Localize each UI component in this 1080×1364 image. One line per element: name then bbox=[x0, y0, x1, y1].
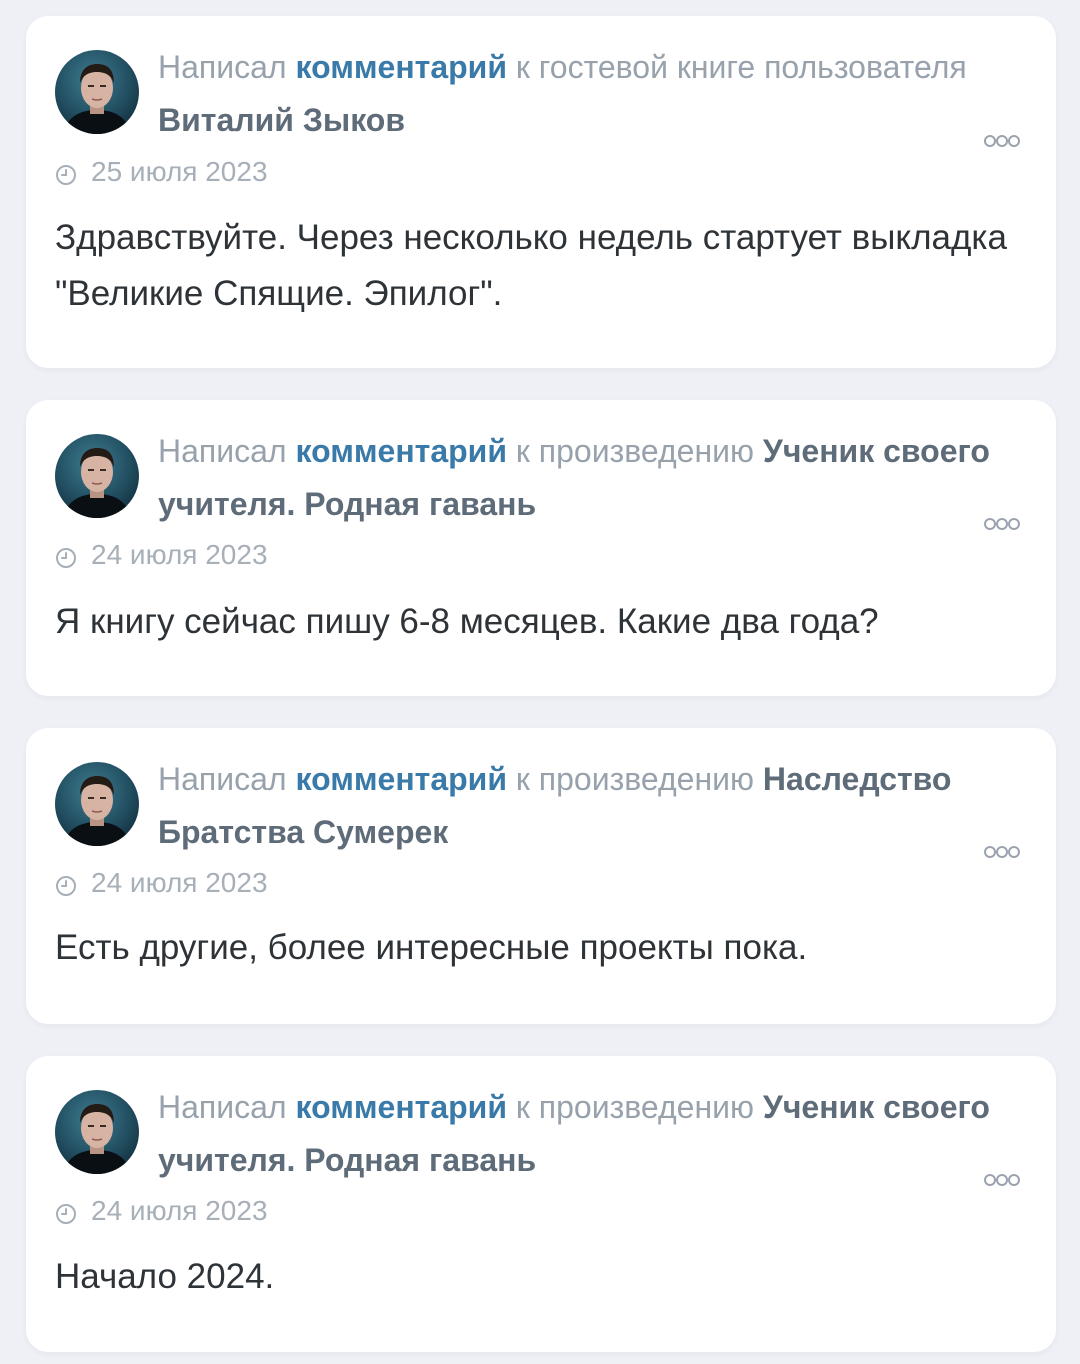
date-text: 25 июля 2023 bbox=[91, 156, 268, 187]
activity-date: 24 июля 2023 bbox=[55, 535, 268, 575]
action-context: к гостевой книге пользователя bbox=[515, 49, 967, 85]
action-context: к произведению bbox=[515, 1089, 755, 1125]
more-options-button[interactable] bbox=[984, 134, 1020, 148]
activity-header: Написал комментарий к произведению Учени… bbox=[158, 1081, 1018, 1187]
activity-card: Написал комментарий к гостевой книге пол… bbox=[26, 16, 1056, 368]
comment-link[interactable]: комментарий bbox=[295, 1089, 507, 1125]
action-prefix: Написал bbox=[158, 1089, 287, 1125]
comment-text: Здравствуйте. Через несколько недель ста… bbox=[55, 218, 1007, 313]
action-prefix: Написал bbox=[158, 433, 287, 469]
more-options-button[interactable] bbox=[984, 517, 1020, 531]
avatar[interactable] bbox=[55, 434, 139, 518]
date-text: 24 июля 2023 bbox=[91, 539, 268, 570]
activity-card: Написал комментарий к произведению Насле… bbox=[26, 728, 1056, 1024]
comment-text: Я книгу сейчас пишу 6-8 месяцев. Какие д… bbox=[55, 602, 879, 641]
activity-header: Написал комментарий к гостевой книге пол… bbox=[158, 41, 1018, 147]
clock-icon bbox=[55, 872, 77, 896]
activity-feed: Написал комментарий к гостевой книге пол… bbox=[0, 0, 1080, 1364]
action-prefix: Написал bbox=[158, 761, 287, 797]
activity-date: 24 июля 2023 bbox=[55, 863, 268, 903]
more-options-button[interactable] bbox=[984, 845, 1020, 859]
activity-card: Написал комментарий к произведению Учени… bbox=[26, 1056, 1056, 1352]
action-context: к произведению bbox=[515, 433, 755, 469]
target-link[interactable]: Виталий Зыков bbox=[158, 102, 405, 138]
date-text: 24 июля 2023 bbox=[91, 1195, 268, 1226]
activity-date: 25 июля 2023 bbox=[55, 152, 268, 192]
clock-icon bbox=[55, 1200, 77, 1224]
avatar[interactable] bbox=[55, 50, 139, 134]
comment-text: Есть другие, более интересные проекты по… bbox=[55, 928, 808, 967]
clock-icon bbox=[55, 544, 77, 568]
comment-link[interactable]: комментарий bbox=[295, 761, 507, 797]
action-prefix: Написал bbox=[158, 49, 287, 85]
activity-header: Написал комментарий к произведению Учени… bbox=[158, 425, 1018, 531]
comment-link[interactable]: комментарий bbox=[295, 49, 507, 85]
action-context: к произведению bbox=[515, 761, 755, 797]
activity-date: 24 июля 2023 bbox=[55, 1191, 268, 1231]
avatar[interactable] bbox=[55, 762, 139, 846]
activity-card: Написал комментарий к произведению Учени… bbox=[26, 400, 1056, 696]
comment-text: Начало 2024. bbox=[55, 1257, 275, 1296]
more-options-button[interactable] bbox=[984, 1173, 1020, 1187]
date-text: 24 июля 2023 bbox=[91, 867, 268, 898]
comment-link[interactable]: комментарий bbox=[295, 433, 507, 469]
avatar[interactable] bbox=[55, 1090, 139, 1174]
clock-icon bbox=[55, 161, 77, 185]
activity-header: Написал комментарий к произведению Насле… bbox=[158, 753, 1018, 859]
